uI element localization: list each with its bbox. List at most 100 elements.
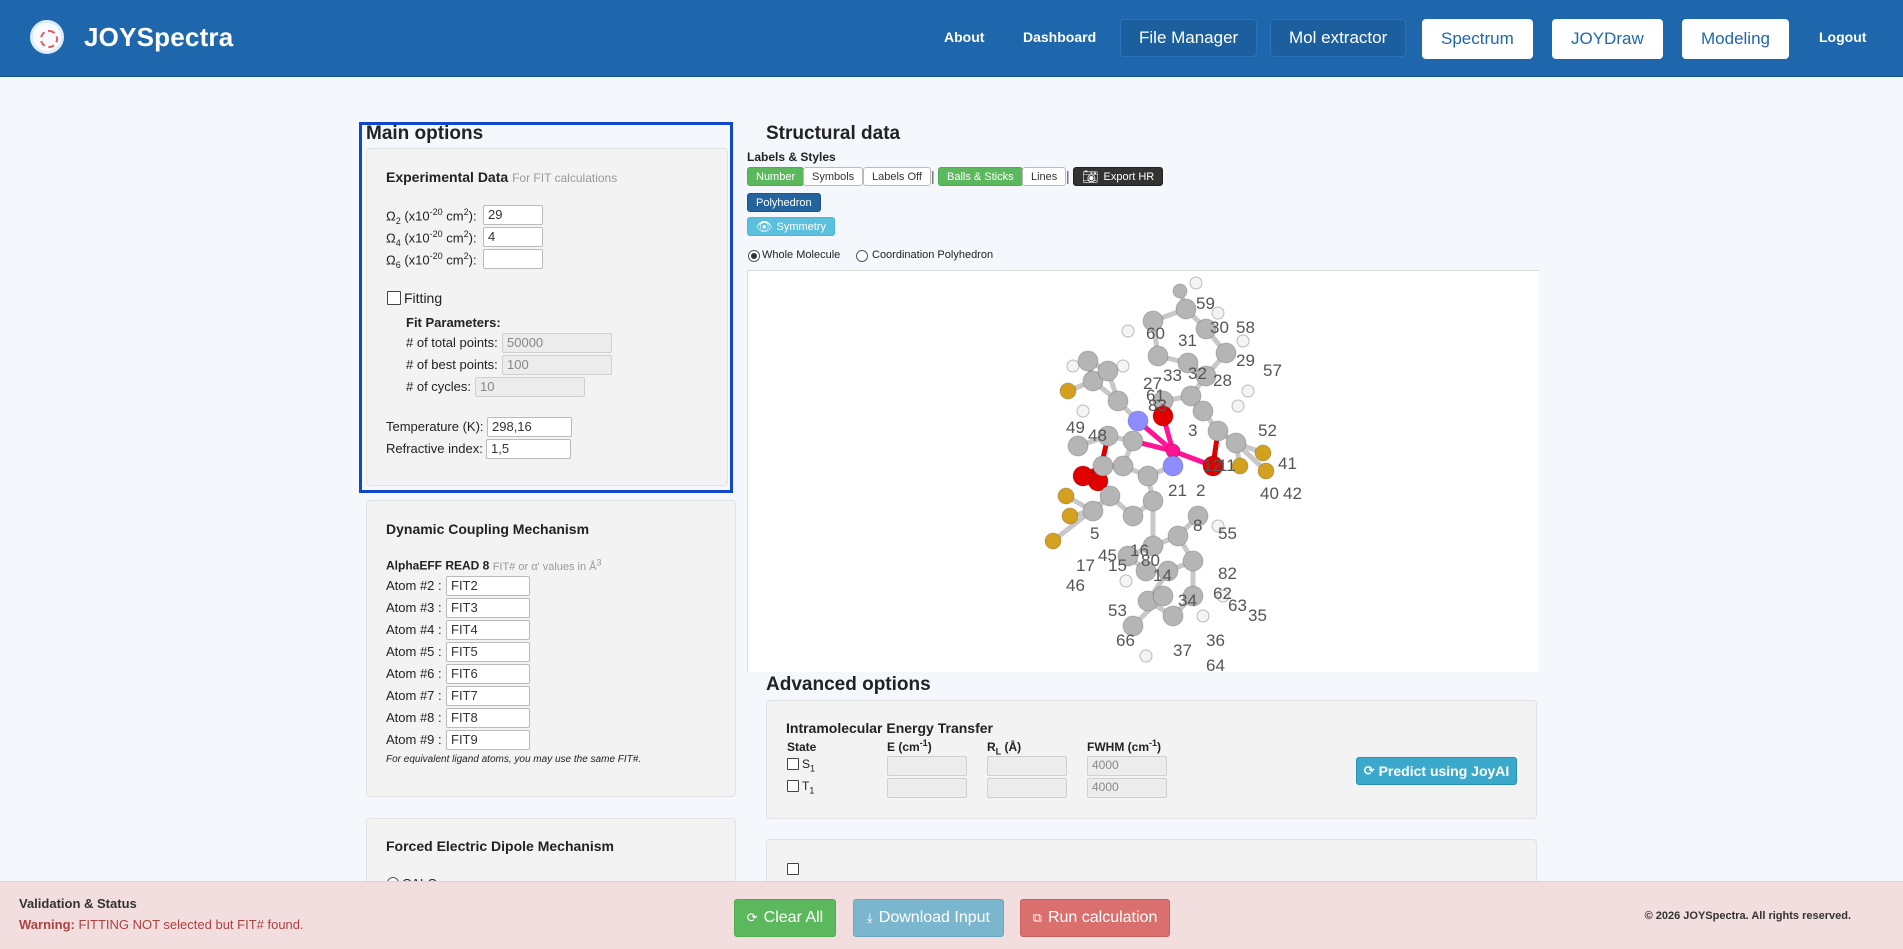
nav-file-manager-button[interactable]: File Manager — [1120, 19, 1258, 57]
atom-number-label: 34 — [1178, 591, 1197, 610]
s1-fwhm-input[interactable]: 4000 — [1087, 756, 1167, 776]
col-energy-header: E (cm-1) — [887, 738, 932, 754]
atom-number-label: 62 — [1213, 584, 1232, 603]
atom-carbon — [1147, 345, 1169, 367]
main-options-highlight — [359, 122, 733, 493]
atom-number-label: 57 — [1263, 361, 1282, 380]
atom-alpha-input[interactable]: FIT7 — [446, 686, 530, 706]
t1-fwhm-input[interactable]: 4000 — [1087, 778, 1167, 798]
refresh-icon: ⟳ — [746, 910, 758, 925]
atom-number-label: 48 — [1088, 426, 1107, 445]
atom-alpha-input[interactable]: FIT6 — [446, 664, 530, 684]
nav-about-link[interactable]: About — [944, 29, 984, 45]
s1-checkbox[interactable] — [787, 758, 799, 770]
labels-off-button[interactable]: Labels Off — [863, 167, 931, 186]
atom-label: Atom #7 : — [386, 688, 442, 703]
extra-option-checkbox[interactable] — [787, 863, 799, 875]
atom-carbon — [1172, 283, 1188, 299]
atom-number-label: 42 — [1283, 484, 1302, 503]
atom-carbon — [1082, 500, 1104, 522]
copyright-text: © 2026 JOYSpectra. All rights reserved. — [1644, 910, 1851, 922]
structural-data-title: Structural data — [766, 123, 901, 144]
nav-dashboard-link[interactable]: Dashboard — [1023, 29, 1096, 45]
number-labels-button[interactable]: Number — [747, 167, 805, 186]
atom-number-label: 36 — [1206, 631, 1225, 650]
atom-alpha-input[interactable]: FIT2 — [446, 576, 530, 596]
atom-number-label: 32 — [1188, 364, 1207, 383]
atom-alpha-input[interactable]: FIT4 — [446, 620, 530, 640]
atom-number-label: 35 — [1248, 606, 1267, 625]
hydrogen-atom — [1066, 359, 1080, 373]
atom-label: Atom #2 : — [386, 578, 442, 593]
alphaeff-title: AlphaEFF READ 8 FIT# or α' values in Å3 — [386, 557, 602, 573]
export-hr-button[interactable]: 📷︎ Export HR — [1073, 167, 1164, 186]
hydrogen-atom — [1119, 574, 1133, 588]
nav-logout-link[interactable]: Logout — [1819, 29, 1866, 45]
download-input-button[interactable]: ⤓ Download Input — [853, 899, 1004, 937]
molecule-viewer[interactable]: 59 60 30 58 31 29 33 32 57 61 28 27 49 3 52 41 40 42 5 2 55 4… — [747, 270, 1540, 675]
atom-number-label: 21 — [1168, 481, 1187, 500]
t1-energy-input[interactable] — [887, 778, 967, 798]
atom-alpha-input[interactable]: FIT3 — [446, 598, 530, 618]
atom-alpha-input[interactable]: FIT9 — [446, 730, 530, 750]
atom-label: Atom #8 : — [386, 710, 442, 725]
atom-fluorine — [1057, 487, 1075, 505]
atom-carbon — [1122, 430, 1144, 452]
atom-carbon — [1097, 360, 1119, 382]
run-calculation-button[interactable]: ⧉ Run calculation — [1020, 899, 1170, 937]
atom-number-label: 83 — [1148, 396, 1167, 415]
atom-number-label: 53 — [1108, 601, 1127, 620]
hydrogen-atom — [1139, 649, 1153, 663]
eye-icon: 👁︎ — [756, 218, 773, 234]
balls-sticks-button[interactable]: Balls & Sticks — [938, 167, 1023, 186]
atom-carbon — [1067, 435, 1089, 457]
atom-fluorine — [1257, 462, 1275, 480]
camera-icon: 📷︎ — [1082, 168, 1099, 184]
nav-spectrum-button[interactable]: Spectrum — [1422, 19, 1533, 59]
atom-number-label: 60 — [1146, 324, 1165, 343]
atom-number-label: 37 — [1173, 641, 1192, 660]
predict-joyai-button[interactable]: ⟳ Predict using JoyAI — [1356, 757, 1517, 785]
atom-carbon — [1167, 525, 1189, 547]
labels-styles-title: Labels & Styles — [747, 150, 836, 164]
atom-number-label: 3 — [1188, 421, 1197, 440]
atom-carbon — [1077, 350, 1099, 372]
s1-rl-input[interactable] — [987, 756, 1067, 776]
atom-alpha-input[interactable]: FIT8 — [446, 708, 530, 728]
nav-joydraw-button[interactable]: JOYDraw — [1552, 19, 1663, 59]
atom-number-label: 27 — [1143, 374, 1162, 393]
validation-status-title: Validation & Status — [19, 896, 137, 911]
clear-all-button[interactable]: ⟳ Clear All — [734, 899, 836, 937]
atom-label: Atom #6 : — [386, 666, 442, 681]
dcm-title: Dynamic Coupling Mechanism — [386, 521, 590, 537]
atom-number-label: 30 — [1210, 318, 1229, 337]
symbols-labels-button[interactable]: Symbols — [803, 167, 864, 186]
symmetry-button[interactable]: 👁︎ Symmetry — [747, 217, 836, 236]
brand[interactable]: JOYSpectra — [30, 20, 233, 54]
whole-molecule-radio[interactable] — [748, 250, 760, 262]
t1-checkbox[interactable] — [787, 780, 799, 792]
polyhedron-button[interactable]: Polyhedron — [747, 193, 821, 212]
atom-number-label: 2 — [1196, 481, 1205, 500]
atom-number-label: 31 — [1178, 331, 1197, 350]
s1-energy-input[interactable] — [887, 756, 967, 776]
atom-carbon — [1107, 390, 1129, 412]
t1-rl-input[interactable] — [987, 778, 1067, 798]
atom-alpha-input[interactable]: FIT5 — [446, 642, 530, 662]
atom-nitrogen — [1127, 410, 1149, 432]
col-rl-header: RL (Å) — [987, 740, 1022, 757]
t1-label: T1 — [802, 779, 815, 796]
nav-mol-extractor-button[interactable]: Mol extractor — [1270, 19, 1407, 57]
atom-carbon — [1142, 490, 1164, 512]
atom-fluorine — [1061, 507, 1079, 525]
lines-style-button[interactable]: Lines — [1022, 167, 1067, 186]
atom-number-label: 66 — [1116, 631, 1135, 650]
hydrogen-atom — [1196, 609, 1210, 623]
col-fwhm-header: FWHM (cm-1) — [1087, 738, 1162, 754]
coordination-polyhedron-radio[interactable] — [856, 250, 868, 262]
nav-modeling-button[interactable]: Modeling — [1682, 19, 1789, 59]
atom-carbon — [1099, 485, 1121, 507]
hydrogen-atom — [1121, 324, 1135, 338]
iet-title: Intramolecular Energy Transfer — [786, 720, 993, 736]
molecule-3d-canvas[interactable]: 5960 30 58312933 32 5761282749 3 524140 4252554… — [748, 271, 1540, 675]
